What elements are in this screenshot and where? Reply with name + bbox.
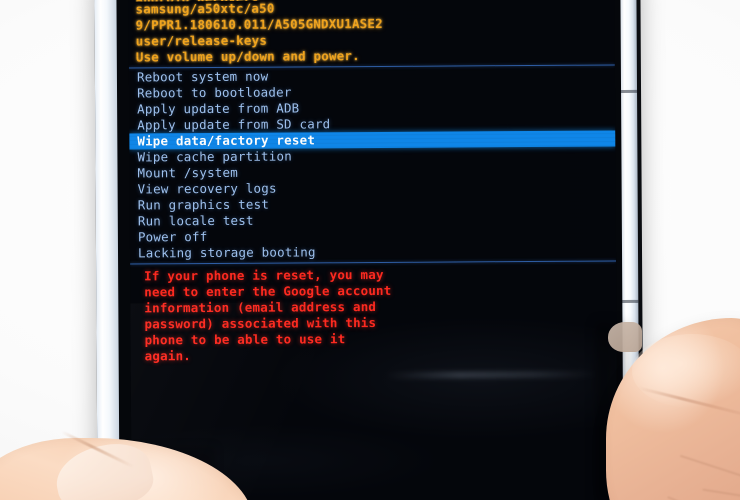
recovery-header-line-instructions: Use volume up/down and power. bbox=[135, 48, 360, 65]
recovery-screen[interactable]: Android Recovery samsung/a50xtc/a50 9/PP… bbox=[128, 0, 618, 500]
screen-glare-streak bbox=[385, 370, 596, 379]
left-hand-contact-shadow bbox=[96, 446, 216, 500]
recovery-header: Android Recovery samsung/a50xtc/a50 9/PP… bbox=[128, 0, 614, 65]
screenshot-stage: Android Recovery samsung/a50xtc/a50 9/PP… bbox=[0, 0, 740, 500]
recovery-menu[interactable]: Reboot system now Reboot to bootloader A… bbox=[129, 67, 616, 262]
factory-reset-warning: If your phone is reset, you may need to … bbox=[130, 263, 617, 365]
right-hand-contact-shadow bbox=[596, 322, 636, 500]
recovery-console: Android Recovery samsung/a50xtc/a50 9/PP… bbox=[128, 0, 617, 365]
menu-item-lacking-storage-booting[interactable]: Lacking storage booting bbox=[137, 243, 616, 262]
warning-line-6: again. bbox=[144, 348, 192, 364]
